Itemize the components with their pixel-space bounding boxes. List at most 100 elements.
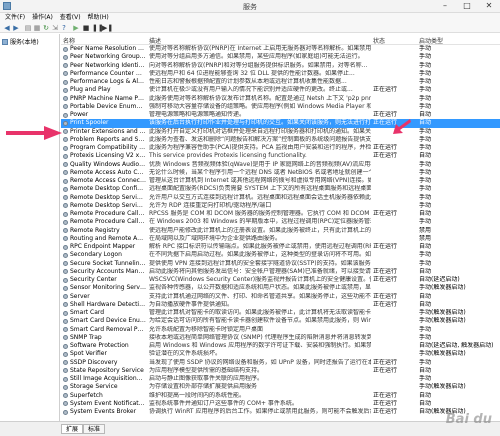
minimize-button[interactable]: – bbox=[434, 0, 456, 13]
service-name: PNRP Machine Name Pu... bbox=[70, 94, 146, 102]
service-name: Remote Access Connecti... bbox=[70, 177, 146, 184]
service-row[interactable]: SSDP Discovery 当发现了使用 SSDP 协议的网络设备和服务，如 U… bbox=[61, 359, 500, 367]
service-row[interactable]: Shell Hardware Detection 为自动播放硬件事件提供通知。 正在… bbox=[61, 301, 500, 309]
back-icon[interactable]: ◀ bbox=[3, 24, 11, 32]
service-row[interactable]: System Events Broker 协调执行 WinRT 应用程序的后台工作… bbox=[61, 408, 500, 416]
service-row[interactable]: Remote Procedure Call (... 在 Windows 2003… bbox=[61, 218, 500, 226]
service-row[interactable]: Remote Desktop Configu... 远程桌面配置服务(RDCS)负… bbox=[61, 185, 500, 193]
service-gear-icon bbox=[63, 203, 68, 209]
service-row[interactable]: Remote Access Auto Con... 无论什么时候，当某个程序引用一… bbox=[61, 169, 500, 177]
forward-icon[interactable]: ▶ bbox=[12, 24, 20, 32]
service-startup-type: 自动 bbox=[419, 391, 432, 399]
pause-icon[interactable]: ❚❚ bbox=[92, 24, 104, 32]
service-row[interactable]: State Repository Service 为应用程序模型提供所需的基础结构… bbox=[61, 367, 500, 375]
column-name-header[interactable]: 名称 bbox=[63, 36, 75, 45]
service-row[interactable]: Sensor Monitoring Service 监视各种传感器，以公开数据和适… bbox=[61, 284, 500, 292]
console-tree-icon[interactable]: ▤ bbox=[24, 24, 32, 32]
tab-extended[interactable]: 扩展 bbox=[61, 424, 84, 434]
service-row[interactable]: Plug and Play 使计算机在极少或没有用户输入的情况下能识别并适应硬件的… bbox=[61, 86, 500, 94]
service-row[interactable]: Peer Networking Identity... 向对等名称解析协议(PNR… bbox=[61, 62, 500, 70]
service-status: 正在运行 bbox=[373, 358, 398, 366]
properties-icon[interactable]: ▦ bbox=[33, 24, 41, 32]
restart-icon[interactable]: ▶❚ bbox=[102, 24, 113, 32]
service-row[interactable]: Print Spooler 该服务在后台执行打印作业并处理与打印机的交互。如果关闭… bbox=[61, 119, 500, 128]
service-row[interactable]: Server 支持此计算机通过网络的文件、打印、和命名管道共享。如果服务停止，这些… bbox=[61, 293, 500, 301]
service-description: 此服务打开自定义打印机对话框并处理来自远程打印服务器和打印机的通知。如果关闭此.… bbox=[149, 127, 371, 135]
service-name: Remote Procedure Call (... bbox=[70, 210, 146, 217]
service-row[interactable]: Remote Access Connecti... 管理从这台计算机到 Inter… bbox=[61, 177, 500, 185]
menu-view[interactable]: 查看(V) bbox=[60, 13, 81, 23]
column-description-header[interactable]: 描述 bbox=[149, 36, 161, 45]
refresh-icon[interactable]: ↻ bbox=[42, 24, 50, 32]
help-icon[interactable]: ? bbox=[60, 24, 68, 32]
service-row[interactable]: Peer Name Resolution Pr... 使用对等名称解析协议(PNR… bbox=[61, 45, 500, 53]
tree-node-services-local[interactable]: 服务(本地) bbox=[2, 37, 39, 46]
menu-file[interactable]: 文件(F) bbox=[5, 13, 25, 23]
column-status-header[interactable]: 状态 bbox=[373, 36, 385, 45]
service-row[interactable]: PNRP Machine Name Pu... 此服务使用对等名称解析协议发布计算… bbox=[61, 95, 500, 103]
service-name: Shell Hardware Detection bbox=[70, 300, 146, 308]
service-row[interactable]: Smart Card Device Enum... 为给定会话可访问的所有智能卡读… bbox=[61, 317, 500, 325]
service-description: 使远程用户能修改此计算机上的注册表设置。如果此服务被终止，只有此计算机上的用户.… bbox=[149, 226, 371, 234]
service-row[interactable]: Software Protection 启用 Windows 和 Windows … bbox=[61, 342, 500, 350]
service-row[interactable]: Remote Desktop Services 允许用户以交互方式连接到远程计算机… bbox=[61, 194, 500, 202]
service-row[interactable]: Protexis Licensing V2 x64 This service pr… bbox=[61, 152, 500, 160]
close-button[interactable]: ✕ bbox=[478, 0, 500, 13]
export-icon[interactable]: ⇲ bbox=[51, 24, 59, 32]
menu-help[interactable]: 帮助(H) bbox=[88, 13, 109, 23]
service-name: Spot Verifier bbox=[70, 350, 107, 358]
service-name: Remote Procedure Call (... bbox=[70, 218, 146, 226]
service-row[interactable]: Superfetch 维护和提高一段时间内的系统性能。 正在运行 自动 bbox=[61, 392, 500, 400]
service-description: 支持此计算机通过网络的文件、打印、和命名管道共享。如果服务停止，这些功能不可用.… bbox=[149, 292, 371, 300]
stop-icon[interactable]: ■ bbox=[82, 24, 90, 32]
service-description: 此服务为查看、发送和删除“问题报告和解决方案”控制面板的系统级问题报告提供支持。 bbox=[149, 135, 371, 143]
play-icon[interactable]: ▶ bbox=[72, 24, 80, 32]
service-row[interactable]: Program Compatibility A... 此服务为程序兼容性助手(PC… bbox=[61, 144, 500, 152]
service-row[interactable]: Routing and Remote Acc... 在局域网以及广域网环境中为企业… bbox=[61, 235, 500, 243]
service-row[interactable]: Spot Verifier 验证潜在的文件系统损坏。 手动(触发器启动) bbox=[61, 350, 500, 358]
service-row[interactable]: Security Center WSCSVC(Windows Security C… bbox=[61, 276, 500, 284]
service-row[interactable]: Problem Reports and So... 此服务为查看、发送和删除“问题… bbox=[61, 136, 500, 144]
service-row[interactable]: RPC Endpoint Mapper 解析 RPC 接口标识符以传输端点。如果此… bbox=[61, 243, 500, 251]
service-row[interactable]: Power 管理电源策略和电源策略通知传递。 正在运行 自动 bbox=[61, 111, 500, 119]
service-name: Peer Networking Identity... bbox=[70, 61, 146, 69]
service-row[interactable]: Secure Socket Tunneling ... 提供使用 VPN 连接到远… bbox=[61, 260, 500, 268]
tab-standard[interactable]: 标准 bbox=[83, 424, 106, 434]
service-row[interactable]: Performance Logs & Ale... 性能日志和警报根据预配置的计划… bbox=[61, 78, 500, 86]
service-gear-icon bbox=[63, 228, 68, 233]
menu-action[interactable]: 操作(A) bbox=[32, 13, 53, 23]
service-gear-icon bbox=[63, 145, 68, 151]
service-gear-icon bbox=[63, 261, 68, 266]
service-row[interactable]: Smart Card 管理此计算机对智能卡的取读访问。如果此服务被停止，此计算机将… bbox=[61, 309, 500, 317]
service-row[interactable]: Secondary Logon 在不同凭据下启用启动过程。如果此服务被停止，这种类… bbox=[61, 251, 500, 259]
service-row[interactable]: Performance Counter DLL... 使远程用户和 64 位进程能… bbox=[61, 70, 500, 78]
title-bar: 服务 – □ ✕ bbox=[0, 0, 500, 13]
column-startup-header[interactable]: 启动类型 bbox=[419, 36, 443, 45]
service-name: Server bbox=[70, 292, 90, 300]
service-row[interactable]: Remote Desktop Service... 允许为 RDP 连接重定向打印… bbox=[61, 202, 500, 210]
service-name: Peer Name Resolution Pr... bbox=[70, 45, 146, 52]
service-row[interactable]: Quality Windows Audio V... 优质 Windows 音频视… bbox=[61, 161, 500, 169]
service-row[interactable]: Remote Procedure Call (... RPCSS 服务是 COM … bbox=[61, 210, 500, 218]
service-description: 为自动播放硬件事件提供通知。 bbox=[149, 300, 234, 308]
service-name: System Event Notificati... bbox=[70, 399, 146, 407]
service-name: Remote Desktop Service... bbox=[70, 201, 146, 209]
service-row[interactable]: System Event Notificati... 监视系统事件并通知订户这些事… bbox=[61, 400, 500, 408]
service-row[interactable]: Peer Networking Groupi... 使用对等分组启用多方通信。如果… bbox=[61, 53, 500, 61]
service-row[interactable]: Printer Extensions and N... 此服务打开自定义打印机对话… bbox=[61, 128, 500, 136]
maximize-button[interactable]: □ bbox=[456, 0, 478, 13]
baidu-watermark: Bai du bbox=[445, 412, 492, 427]
service-row[interactable]: Portable Device Enumera... 强制可移动大容量存储设备的组… bbox=[61, 103, 500, 111]
service-row[interactable]: SNMP Trap 接收本地或远程简单网络管理协议 (SNMP) 代理程序生成的陷… bbox=[61, 334, 500, 342]
service-row[interactable]: Still Image Acquisition... 启动与静止图像获取事件关联的… bbox=[61, 375, 500, 383]
service-gear-icon bbox=[63, 285, 68, 291]
service-startup-type: 自动(延迟启动, 触发器启动) bbox=[419, 342, 494, 349]
service-gear-icon bbox=[63, 71, 68, 77]
service-row[interactable]: Remote Registry 使远程用户能修改此计算机上的注册表设置。如果此服务… bbox=[61, 227, 500, 235]
service-row[interactable]: Security Accounts Mana... 启动此服务将向其他服务发出信号… bbox=[61, 268, 500, 276]
service-row[interactable]: Storage Service 为存储设置和外部存储扩展提供启用服务 手动(触发器启… bbox=[61, 383, 500, 391]
service-status: 正在运行 bbox=[373, 152, 398, 160]
service-description: 验证潜在的文件系统损坏。 bbox=[149, 350, 222, 358]
service-startup-type: 手动 bbox=[419, 333, 432, 341]
service-row[interactable]: Smart Card Removal Poli... 允许系统配置为移除智能卡时锁… bbox=[61, 326, 500, 334]
